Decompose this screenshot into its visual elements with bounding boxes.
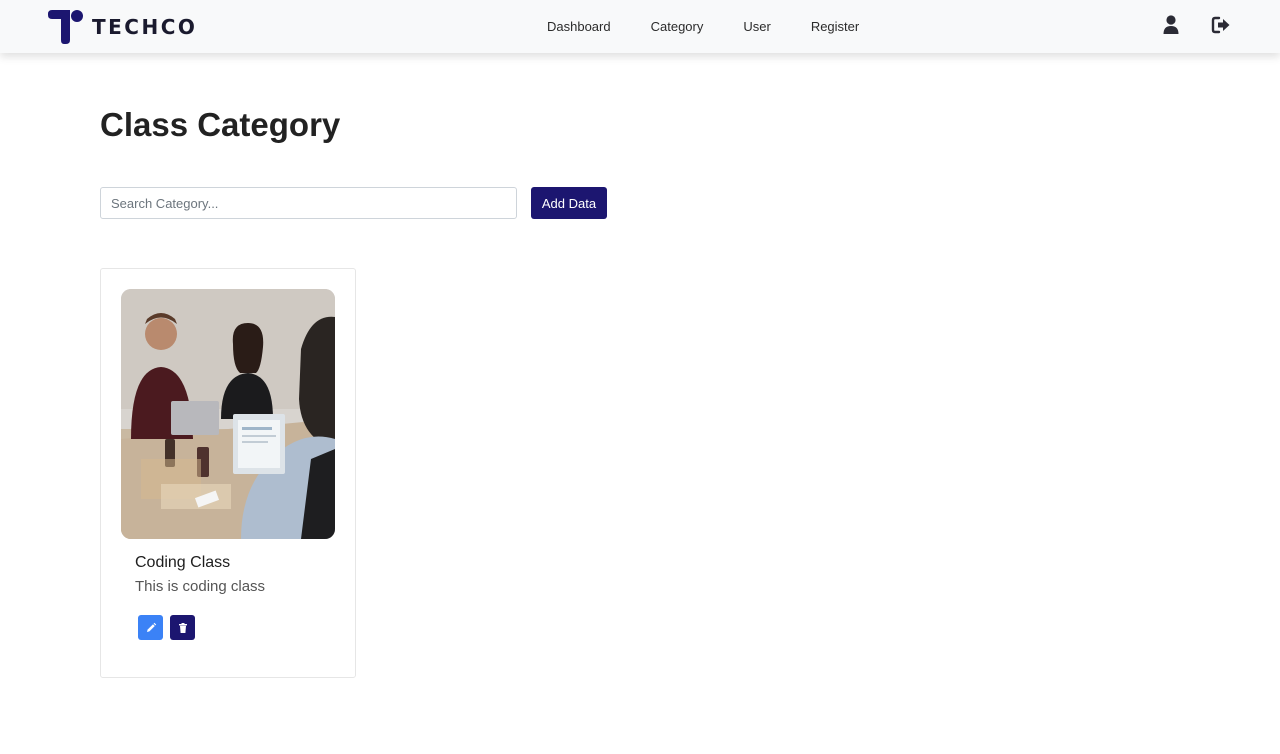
edit-button[interactable] bbox=[138, 615, 163, 640]
nav-link-category[interactable]: Category bbox=[631, 19, 724, 34]
pencil-icon bbox=[146, 622, 156, 632]
delete-button[interactable] bbox=[170, 615, 195, 640]
brand-name: TECHCO bbox=[92, 15, 198, 39]
logout-icon[interactable] bbox=[1210, 14, 1232, 36]
meeting-photo bbox=[121, 289, 335, 539]
add-data-button[interactable]: Add Data bbox=[531, 187, 607, 219]
page-title: Class Category bbox=[100, 106, 341, 143]
logo-icon bbox=[48, 10, 83, 44]
user-icon[interactable] bbox=[1160, 14, 1182, 36]
nav-link-dashboard[interactable]: Dashboard bbox=[527, 19, 631, 34]
category-image bbox=[121, 289, 335, 539]
navbar: TECHCO Dashboard Category User Register bbox=[0, 0, 1280, 53]
nav-links: Dashboard Category User Register bbox=[527, 0, 879, 53]
nav-link-user[interactable]: User bbox=[723, 19, 790, 34]
nav-icons bbox=[1160, 14, 1232, 36]
brand-logo[interactable]: TECHCO bbox=[46, 10, 197, 44]
category-card: Coding Class This is coding class bbox=[100, 268, 356, 678]
category-title: Coding Class bbox=[135, 554, 231, 571]
category-description: This is coding class bbox=[135, 578, 266, 595]
search-input[interactable] bbox=[100, 187, 517, 219]
trash-icon bbox=[178, 622, 187, 633]
card-actions bbox=[138, 615, 195, 640]
nav-link-register[interactable]: Register bbox=[791, 19, 879, 34]
